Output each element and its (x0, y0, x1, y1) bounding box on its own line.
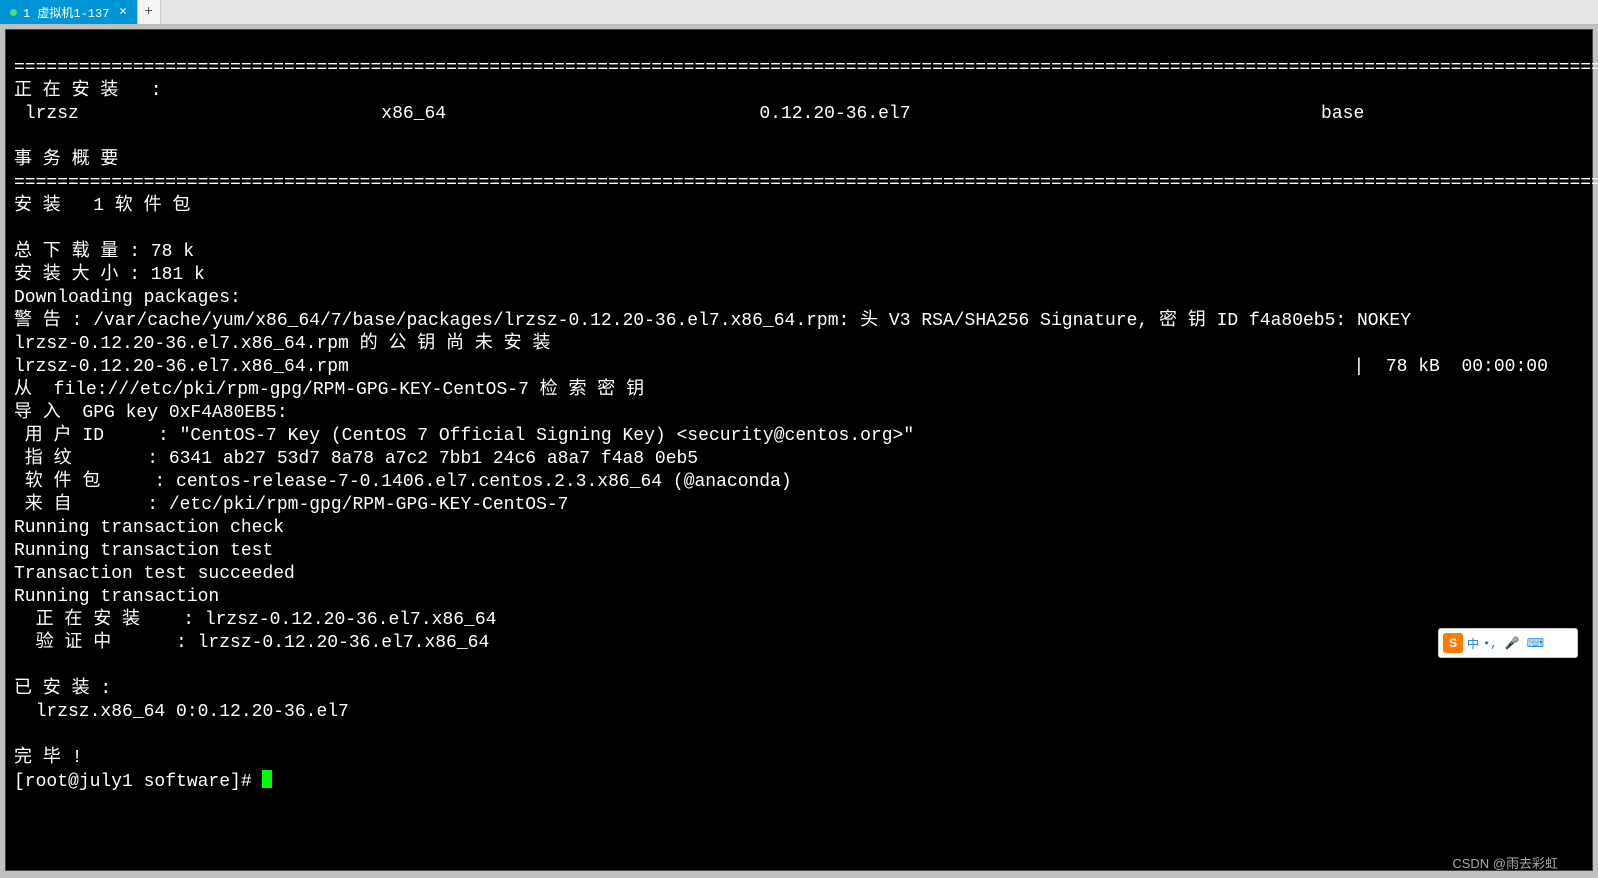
plus-icon: + (144, 4, 152, 20)
hr: ========================================… (14, 58, 1598, 78)
pkg-dl-prog: | 78 kB 00:00:00 (1353, 357, 1547, 377)
tab-label: 1 虚拟机1-137 (23, 4, 109, 21)
hr2: ========================================… (14, 173, 1598, 193)
pkg-repo: base (1321, 104, 1364, 124)
ime-toolbar[interactable]: S 中 •, 🎤 ⌨ (1438, 628, 1578, 658)
from-line: 来 自 : /etc/pki/rpm-gpg/RPM-GPG-KEY-CentO… (14, 495, 568, 515)
add-tab-button[interactable]: + (137, 0, 161, 24)
run-test: Running transaction test (14, 541, 273, 561)
done-label: 完 毕 ! (14, 748, 82, 768)
pubkey-line: lrzsz-0.12.20-36.el7.x86_64.rpm 的 公 钥 尚 … (14, 334, 550, 354)
installed-pkg: lrzsz.x86_64 0:0.12.20-36.el7 (14, 702, 349, 722)
test-ok: Transaction test succeeded (14, 564, 295, 584)
verify-step: 验 证 中 : lrzsz-0.12.20-36.el7.x86_64 (14, 633, 489, 653)
tab-bar: 1 虚拟机1-137 × + (0, 0, 1598, 25)
ime-icons[interactable]: •, 🎤 ⌨ (1483, 636, 1544, 651)
run-txn: Running transaction (14, 587, 219, 607)
fingerprint-line: 指 纹 : 6341 ab27 53d7 8a78 a7c2 7bb1 24c6… (14, 449, 698, 469)
pkg-name: lrzsz (14, 104, 79, 124)
sogou-icon: S (1443, 633, 1463, 653)
prompt[interactable]: [root@july1 software]# (14, 772, 262, 792)
install-size: 安 装 大 小 : 181 k (14, 265, 205, 285)
cursor-icon (262, 770, 272, 788)
summary-label: 事 务 概 要 (14, 150, 118, 170)
status-dot-icon (10, 9, 17, 16)
terminal-window[interactable]: ========================================… (6, 30, 1592, 870)
terminal-output: ========================================… (6, 30, 1592, 798)
warning-line: 警 告 : /var/cache/yum/x86_64/7/base/packa… (14, 311, 1411, 331)
pkg-arch: x86_64 (381, 104, 446, 124)
userid-line: 用 户 ID : "CentOS-7 Key (CentOS 7 Officia… (14, 426, 914, 446)
install-count: 安 装 1 软 件 包 (14, 196, 190, 216)
installing-label: 正 在 安 装 : (14, 81, 162, 101)
ime-mode[interactable]: 中 (1467, 635, 1479, 652)
vm-tab[interactable]: 1 虚拟机1-137 × (0, 0, 137, 24)
pkg-ver: 0.12.20-36.el7 (759, 104, 910, 124)
pkg-dl-name: lrzsz-0.12.20-36.el7.x86_64.rpm (14, 357, 349, 377)
installed-label: 已 安 装 : (14, 679, 111, 699)
downloading-label: Downloading packages: (14, 288, 241, 308)
total-download: 总 下 载 量 : 78 k (14, 242, 194, 262)
install-step: 正 在 安 装 : lrzsz-0.12.20-36.el7.x86_64 (14, 610, 496, 630)
close-icon[interactable]: × (119, 5, 126, 19)
pkgfrom-line: 软 件 包 : centos-release-7-0.1406.el7.cent… (14, 472, 792, 492)
retrieve-line: 从 file:///etc/pki/rpm-gpg/RPM-GPG-KEY-Ce… (14, 380, 644, 400)
run-check: Running transaction check (14, 518, 284, 538)
import-line: 导 入 GPG key 0xF4A80EB5: (14, 403, 288, 423)
watermark: CSDN @雨去彩虹 (1452, 853, 1558, 872)
